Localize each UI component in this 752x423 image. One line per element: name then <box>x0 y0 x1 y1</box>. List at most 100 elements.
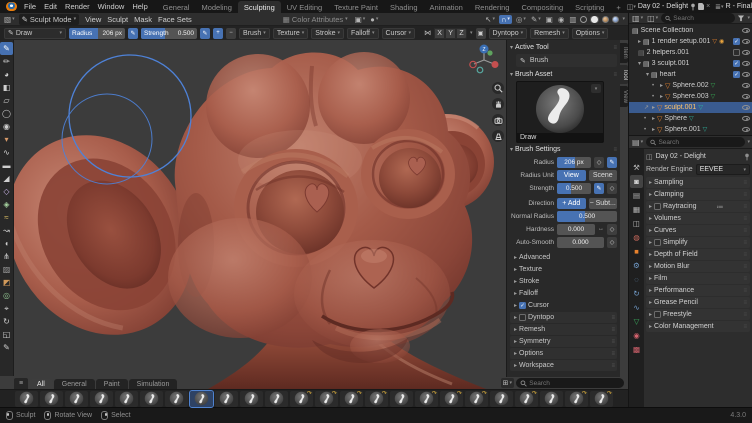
brush-thumbnail[interactable]: ↷ <box>290 391 313 407</box>
brush-type-dropdown[interactable]: ✎Draw▾ <box>4 28 66 39</box>
tool-button[interactable]: ◈ <box>0 198 13 211</box>
brush-thumbnail[interactable] <box>490 391 513 407</box>
nav-gizmo[interactable]: Z <box>466 43 502 79</box>
workspace-tab[interactable]: General <box>157 1 196 13</box>
viewport-canvas[interactable]: ✎✏◕◧▱◯◉▾∿▬◢◇◈≈↝◖⋔▨◩◎⌖↻◱✎ Z <box>0 40 628 389</box>
properties-panel-row[interactable]: ▸ Simplify ≡ <box>646 237 750 248</box>
strength-slider[interactable]: 0.500 <box>557 183 591 194</box>
disclosure-triangle-icon[interactable]: ▸ <box>660 93 663 100</box>
properties-panel-row[interactable]: ▸ Depth of Field ≡ <box>646 249 750 260</box>
workspace-tab[interactable]: Texture Paint <box>328 1 384 13</box>
tool-button[interactable]: ≈ <box>0 211 13 224</box>
brush-option-dropdown[interactable]: Texture▾ <box>273 28 308 39</box>
tool-button[interactable]: ◎ <box>0 289 13 302</box>
workspace-tab[interactable]: + <box>610 1 626 13</box>
properties-tab[interactable]: ◍ <box>630 231 643 244</box>
outliner-display-mode-dropdown[interactable]: ◫▾ <box>646 14 659 23</box>
render-engine-select[interactable]: EEVEE▾ <box>696 164 750 175</box>
properties-tab[interactable]: ∿ <box>630 301 643 314</box>
selectability-checkbox[interactable] <box>733 49 740 56</box>
brush-thumbnail[interactable] <box>215 391 238 407</box>
selectability-checkbox[interactable] <box>733 38 740 45</box>
properties-editor-button[interactable]: ▤▾ <box>631 138 644 147</box>
menu-item[interactable]: Render <box>61 2 94 11</box>
workspace-tab[interactable]: Modeling <box>195 1 237 13</box>
tool-button[interactable]: ↝ <box>0 224 13 237</box>
collapsed-panel[interactable]: ▸Cursor <box>510 300 617 311</box>
outliner-row[interactable]: • ▸ ▽ Sphere.001 ▽ <box>629 124 752 135</box>
collapsed-panel[interactable]: ▸Falloff <box>510 288 617 299</box>
add-preset-button[interactable]: + <box>213 28 223 39</box>
properties-tab[interactable]: ▦ <box>630 203 643 216</box>
topo-dropdown[interactable]: Dyntopo▾ <box>489 28 528 39</box>
panel-header-brush-settings[interactable]: ▾Brush Settings≡ <box>510 144 617 155</box>
mirror-axis-toggle[interactable]: X <box>434 28 445 39</box>
animate-icon[interactable]: ◇ <box>607 183 617 194</box>
radius-pressure-toggle[interactable]: ✎ <box>607 157 617 168</box>
view-layer-name[interactable]: R - Final <box>726 3 752 10</box>
npanel-tab[interactable]: View <box>620 86 628 107</box>
texture-slot-dropdown[interactable]: ▣▾ <box>354 15 367 24</box>
shelf-tab[interactable]: All <box>29 379 53 389</box>
direction-add-button[interactable]: + Add <box>557 198 586 209</box>
visibility-eye-icon[interactable] <box>742 28 750 33</box>
shelf-tab[interactable]: Simulation <box>129 379 178 389</box>
collapsed-panel[interactable]: ▸Symmetry≡ <box>510 336 617 347</box>
panel-checkbox[interactable] <box>519 314 526 321</box>
properties-search-input[interactable] <box>658 139 741 146</box>
tool-button[interactable]: ▱ <box>0 94 13 107</box>
outliner-editor-button[interactable]: ▥▾ <box>631 14 644 23</box>
collapsed-panel[interactable]: ▸Dyntopo≡ <box>510 312 617 323</box>
brush-option-dropdown[interactable]: Stroke▾ <box>311 28 344 39</box>
disclosure-triangle-icon[interactable]: ▸ <box>652 126 655 133</box>
brush-thumbnail[interactable] <box>65 391 88 407</box>
animate-icon[interactable]: ◇ <box>607 224 617 235</box>
visibility-eye-icon[interactable] <box>742 50 750 55</box>
brush-thumbnail[interactable]: ↷ <box>515 391 538 407</box>
properties-tab[interactable]: ■ <box>630 245 643 258</box>
properties-tab[interactable]: ◫ <box>630 217 643 230</box>
outliner-row[interactable]: • ▸ ▽ Sphere ▽ <box>629 113 752 124</box>
outliner-row[interactable]: • ▸ ▽ Sphere.002 ▽ <box>629 80 752 91</box>
visibility-eye-icon[interactable] <box>742 116 750 121</box>
workspace-tab[interactable]: UV Editing <box>281 1 328 13</box>
properties-panel-row[interactable]: ▸ Sampling ≡ <box>646 177 750 188</box>
annotate-dropdown[interactable]: ✎▾ <box>530 15 542 24</box>
workspace-tab[interactable]: Scripting <box>569 1 610 13</box>
properties-panel-row[interactable]: ▸ Motion Blur ≡ <box>646 261 750 272</box>
disclosure-triangle-icon[interactable]: ▸ <box>652 104 655 111</box>
scene-browse-button[interactable]: ◫▾ <box>627 3 636 11</box>
editor-type-button[interactable]: ▧▾ <box>3 15 16 24</box>
brush-button[interactable]: ✎Brush <box>516 54 617 67</box>
workspace-tab[interactable]: Sculpting <box>238 1 281 13</box>
mirror-axis-toggle[interactable]: Z <box>456 28 467 39</box>
panel-checkbox[interactable] <box>519 302 526 309</box>
snap-magnet-toggle[interactable]: ∩▾ <box>499 15 512 24</box>
topo-dropdown[interactable]: Options▾ <box>572 28 609 39</box>
panel-checkbox[interactable] <box>654 239 661 246</box>
properties-options-icon[interactable]: ▾ <box>747 139 750 145</box>
scene-name[interactable]: Day 02 - Delight <box>638 3 688 10</box>
tool-button[interactable]: ✎ <box>0 42 13 55</box>
new-scene-button[interactable] <box>698 3 704 10</box>
blender-logo-icon[interactable] <box>6 2 17 11</box>
viewport-menu-item[interactable]: Face Sets <box>155 15 195 24</box>
tool-button[interactable]: ⋔ <box>0 250 13 263</box>
outliner-row[interactable]: • ▸ ▽ Sphere.003 ▽ <box>629 91 752 102</box>
show-gizmo-toggle[interactable]: ▣ <box>545 15 554 24</box>
tool-button[interactable]: ◇ <box>0 185 13 198</box>
outliner-row[interactable]: ▤ 2 helpers.001 <box>629 47 752 58</box>
brush-thumbnail[interactable] <box>90 391 113 407</box>
strength-pressure-toggle[interactable]: ✎ <box>200 28 210 39</box>
animate-icon[interactable]: ◇ <box>607 237 617 248</box>
workspace-tab[interactable]: Animation <box>424 1 469 13</box>
hardness-slider[interactable]: 0.000 <box>557 224 595 235</box>
properties-panel-row[interactable]: ▸ Freestyle ≡ <box>646 309 750 320</box>
brush-thumbnail[interactable] <box>265 391 288 407</box>
visibility-eye-icon[interactable] <box>742 72 750 77</box>
pan-button[interactable] <box>492 98 504 110</box>
radius-slider[interactable]: Radius206 px <box>69 28 125 39</box>
radius-pressure-toggle[interactable]: ✎ <box>128 28 138 39</box>
viewport-menu-item[interactable]: Mask <box>131 15 155 24</box>
brush-thumbnail[interactable]: ↷ <box>565 391 588 407</box>
